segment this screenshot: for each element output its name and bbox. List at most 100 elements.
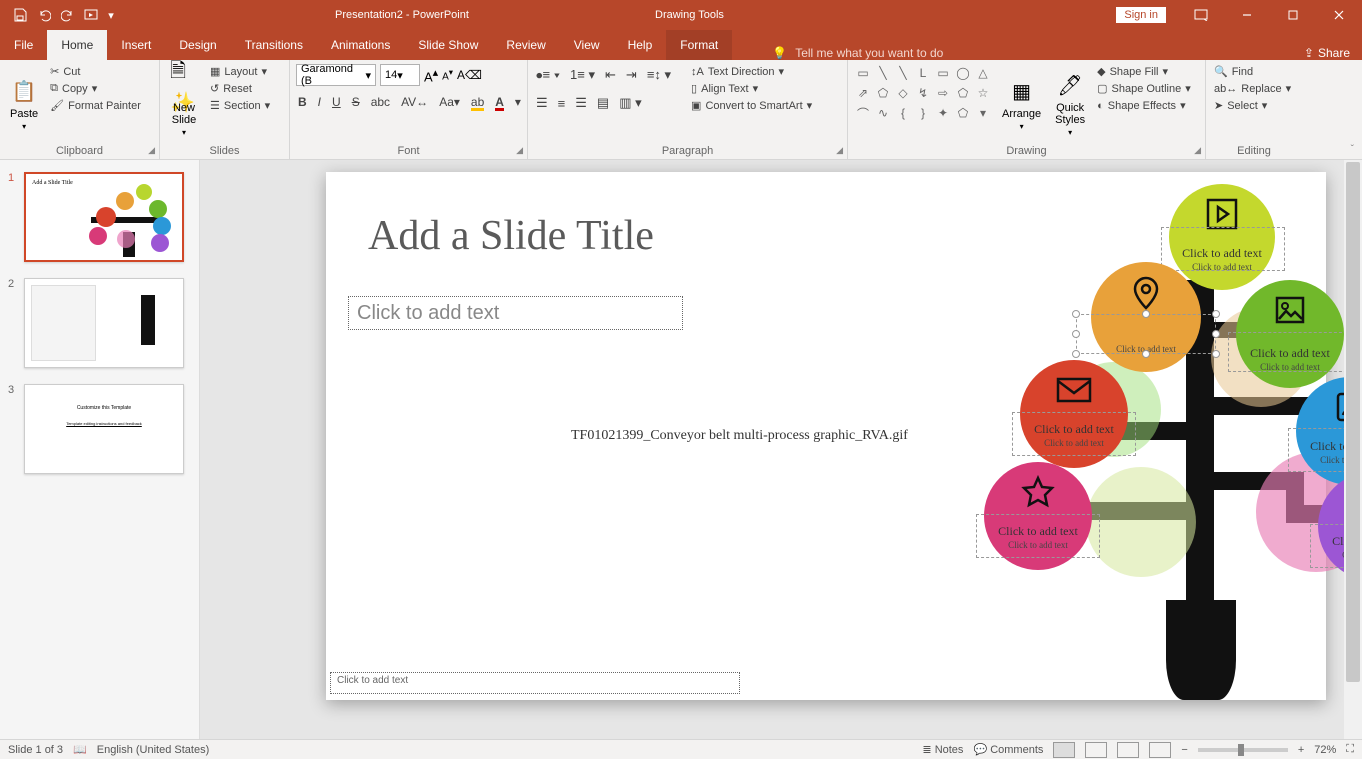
underline-button[interactable]: U (332, 95, 341, 109)
tell-me-search[interactable]: 💡 Tell me what you want to do (772, 46, 943, 60)
collapse-ribbon-icon[interactable]: ˇ (1351, 144, 1354, 155)
slide-thumbnail-panel[interactable]: 1 Add a Slide Title 2 (0, 160, 200, 739)
reading-view-button[interactable] (1117, 742, 1139, 758)
maximize-button[interactable] (1270, 0, 1316, 30)
fit-to-window-button[interactable]: ⛶ (1346, 743, 1354, 756)
normal-view-button[interactable] (1053, 742, 1075, 758)
clipboard-dialog-launcher[interactable]: ◢ (148, 145, 155, 156)
bullets-button[interactable]: ⦁≡ ▾ (536, 67, 560, 83)
shape-effects-button[interactable]: ◐Shape Effects ▾ (1095, 98, 1193, 113)
contextual-tool-label: Drawing Tools (655, 9, 724, 21)
tab-help[interactable]: Help (614, 30, 667, 60)
paragraph-dialog-launcher[interactable]: ◢ (836, 145, 843, 156)
cut-button[interactable]: ✂Cut (48, 64, 143, 79)
share-button[interactable]: ⇪ Share (1304, 46, 1350, 60)
replace-button[interactable]: ab↔Replace ▾ (1212, 81, 1293, 96)
columns-button[interactable]: ▥ ▾ (619, 95, 641, 111)
align-text-button[interactable]: ▯Align Text ▾ (689, 81, 814, 96)
shape-outline-button[interactable]: ▢Shape Outline ▾ (1095, 81, 1193, 96)
increase-font-icon[interactable]: A▴ (424, 66, 438, 84)
align-left-button[interactable]: ☰ (536, 95, 548, 111)
shape-fill-button[interactable]: ◆Shape Fill ▾ (1095, 64, 1193, 79)
decrease-font-icon[interactable]: A▾ (442, 67, 453, 82)
close-button[interactable] (1316, 0, 1362, 30)
reset-button[interactable]: ↺Reset (208, 81, 272, 96)
zoom-slider[interactable] (1198, 748, 1288, 752)
new-slide-button[interactable]: 🗎✨ New Slide ▾ (166, 64, 202, 145)
slide-title-placeholder[interactable]: Add a Slide Title (368, 212, 654, 260)
font-name-combo[interactable]: Garamond (B ▾ (296, 64, 376, 86)
tab-home[interactable]: Home (47, 30, 107, 60)
slide-thumbnail-2[interactable] (24, 278, 184, 368)
arrange-button[interactable]: ▦ Arrange▾ (998, 64, 1045, 145)
sign-in-button[interactable]: Sign in (1116, 7, 1166, 23)
justify-button[interactable]: ▤ (597, 95, 609, 111)
slide-canvas-area[interactable]: Add a Slide Title Click to add text TF01… (200, 160, 1362, 739)
copy-button[interactable]: ⧉Copy ▾ (48, 81, 143, 96)
ribbon-display-options-icon[interactable] (1178, 0, 1224, 30)
font-dialog-launcher[interactable]: ◢ (516, 145, 523, 156)
decrease-indent-button[interactable]: ⇤ (605, 67, 616, 83)
text-highlight-button[interactable]: ab (471, 95, 484, 109)
tab-format[interactable]: Format (666, 30, 732, 60)
text-shadow-button[interactable]: abc (371, 95, 390, 109)
tab-insert[interactable]: Insert (107, 30, 165, 60)
qat-customize-icon[interactable]: ▾ (104, 3, 118, 27)
change-case-button[interactable]: Aa▾ (439, 95, 460, 109)
italic-button[interactable]: I (318, 95, 321, 109)
group-paragraph-label: Paragraph (534, 145, 841, 159)
comments-button[interactable]: 💬 Comments (973, 743, 1043, 756)
tell-me-label: Tell me what you want to do (795, 46, 943, 60)
slide[interactable]: Add a Slide Title Click to add text TF01… (326, 172, 1326, 700)
slideshow-view-button[interactable] (1149, 742, 1171, 758)
slide-content-placeholder[interactable]: Click to add text (348, 296, 683, 330)
align-right-button[interactable]: ☰ (575, 95, 587, 111)
quick-styles-button[interactable]: 🖊 Quick Styles▾ (1051, 64, 1089, 145)
spellcheck-icon[interactable]: 📖 (73, 743, 87, 756)
minimize-button[interactable] (1224, 0, 1270, 30)
numbering-button[interactable]: 1≡ ▾ (570, 67, 595, 83)
zoom-in-button[interactable]: + (1298, 744, 1304, 756)
drawing-dialog-launcher[interactable]: ◢ (1194, 145, 1201, 156)
undo-icon[interactable] (32, 3, 56, 27)
tab-review[interactable]: Review (492, 30, 559, 60)
tab-view[interactable]: View (560, 30, 614, 60)
tab-transitions[interactable]: Transitions (231, 30, 317, 60)
tab-animations[interactable]: Animations (317, 30, 404, 60)
line-spacing-button[interactable]: ≡↕ ▾ (647, 67, 671, 83)
character-spacing-button[interactable]: AV↔ (401, 95, 428, 109)
align-center-button[interactable]: ≡ (558, 96, 566, 111)
redo-icon[interactable] (56, 3, 80, 27)
selected-textbox[interactable] (1076, 314, 1216, 354)
notes-button[interactable]: ≣ Notes (922, 743, 963, 756)
tab-file[interactable]: File (0, 30, 47, 60)
slide-sorter-view-button[interactable] (1085, 742, 1107, 758)
select-button[interactable]: ➤Select ▾ (1212, 98, 1293, 113)
layout-button[interactable]: ▦Layout ▾ (208, 64, 272, 79)
format-painter-button[interactable]: 🖌Format Painter (48, 98, 143, 113)
convert-smartart-button[interactable]: ▣Convert to SmartArt ▾ (689, 98, 814, 113)
strikethrough-button[interactable]: S (352, 95, 360, 109)
paste-button[interactable]: 📋 Paste ▾ (6, 64, 42, 145)
replace-icon: ab↔ (1214, 83, 1237, 95)
increase-indent-button[interactable]: ⇥ (626, 67, 637, 83)
vertical-scrollbar[interactable] (1344, 160, 1362, 739)
slide-thumbnail-1[interactable]: Add a Slide Title (24, 172, 184, 262)
tab-slideshow[interactable]: Slide Show (404, 30, 492, 60)
zoom-level[interactable]: 72% (1314, 744, 1336, 756)
status-bar: Slide 1 of 3 📖 English (United States) ≣… (0, 739, 1362, 759)
font-size-combo[interactable]: 14 ▾ (380, 64, 420, 86)
slide-indicator[interactable]: Slide 1 of 3 (8, 744, 63, 756)
font-color-button[interactable]: A (495, 95, 504, 109)
section-button[interactable]: ☰Section ▾ (208, 98, 272, 113)
clear-formatting-icon[interactable]: A⌫ (457, 68, 482, 82)
text-direction-button[interactable]: ↕AText Direction ▾ (689, 64, 814, 79)
find-button[interactable]: 🔍Find (1212, 64, 1293, 79)
shapes-gallery[interactable]: ▭╲╲L▭◯△ ⇗⬠◇↯⇨⬠☆ ⌒∿{}✦⬠▾ (854, 64, 992, 145)
zoom-out-button[interactable]: − (1181, 744, 1187, 756)
language-indicator[interactable]: English (United States) (97, 744, 210, 756)
bold-button[interactable]: B (298, 95, 307, 109)
start-from-beginning-icon[interactable] (80, 3, 104, 27)
save-icon[interactable] (8, 3, 32, 27)
slide-thumbnail-3[interactable]: Customize this Template Template editing… (24, 384, 184, 474)
